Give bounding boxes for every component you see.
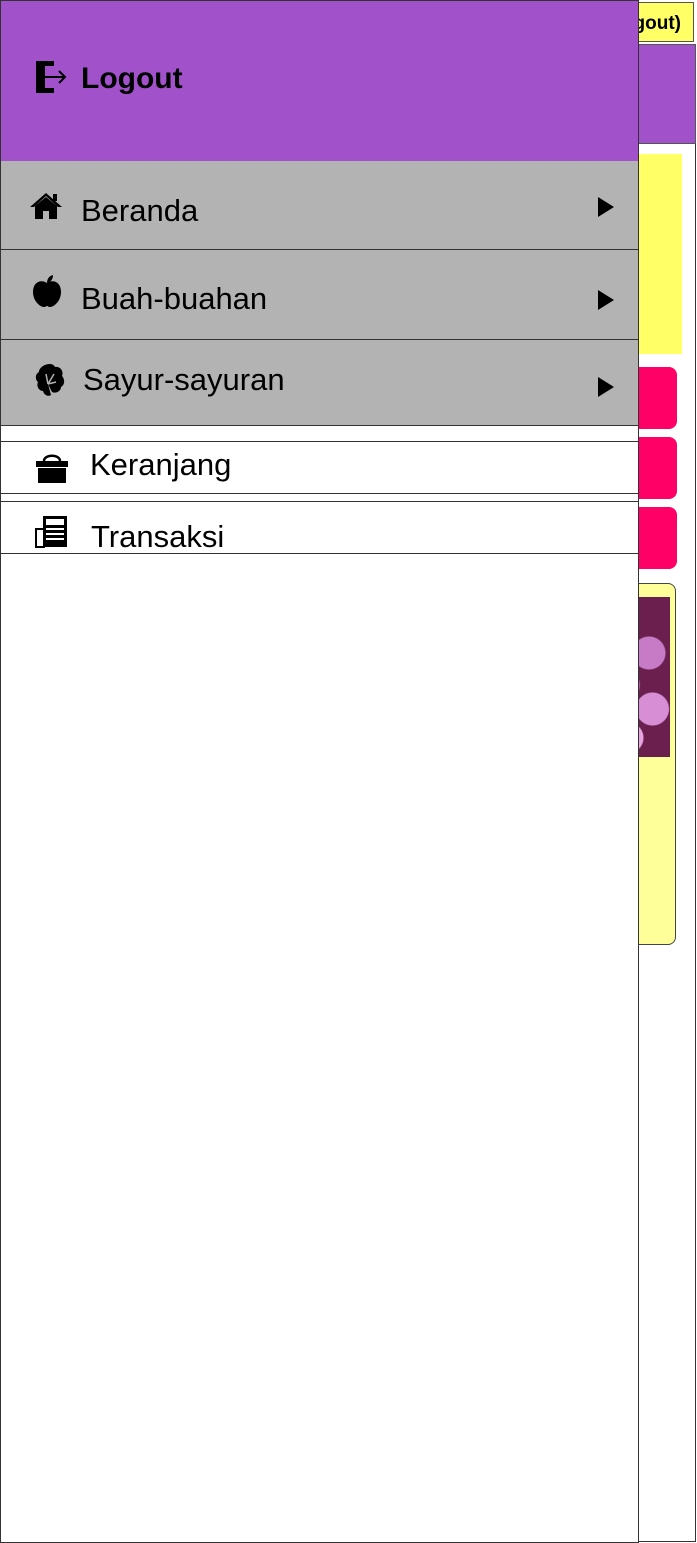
- vegetable-icon: [34, 362, 68, 396]
- chevron-right-icon: [598, 197, 614, 217]
- receipt-icon: [35, 515, 69, 549]
- menu-label-sayur-sayuran: Sayur-sayuran: [83, 362, 285, 397]
- chevron-right-icon: [598, 377, 614, 397]
- menu-item-keranjang[interactable]: Keranjang: [1, 441, 638, 494]
- menu-item-sayur-sayuran[interactable]: Sayur-sayuran: [1, 340, 638, 426]
- logout-button[interactable]: Logout: [35, 59, 183, 99]
- menu-item-buah-buahan[interactable]: Buah-buahan: [1, 250, 638, 340]
- basket-icon: [35, 450, 69, 484]
- home-icon: [29, 191, 63, 225]
- menu-label-buah-buahan: Buah-buahan: [81, 281, 268, 316]
- menu-label-keranjang: Keranjang: [90, 447, 232, 482]
- chevron-right-icon: [598, 290, 614, 310]
- menu-label-beranda: Beranda: [81, 193, 199, 228]
- menu-label-transaksi: Transaksi: [91, 519, 225, 554]
- background-topbar-text: gout): [633, 13, 681, 34]
- menu-item-transaksi[interactable]: Transaksi: [1, 501, 638, 554]
- logout-label: Logout: [81, 62, 183, 95]
- navigation-drawer: Logout Beranda Buah-buahan Sayur-sayuran…: [0, 0, 639, 1543]
- logout-icon: [35, 60, 67, 99]
- menu-item-beranda[interactable]: Beranda: [1, 161, 638, 250]
- apple-icon: [31, 274, 65, 308]
- drawer-header: Logout: [1, 1, 638, 162]
